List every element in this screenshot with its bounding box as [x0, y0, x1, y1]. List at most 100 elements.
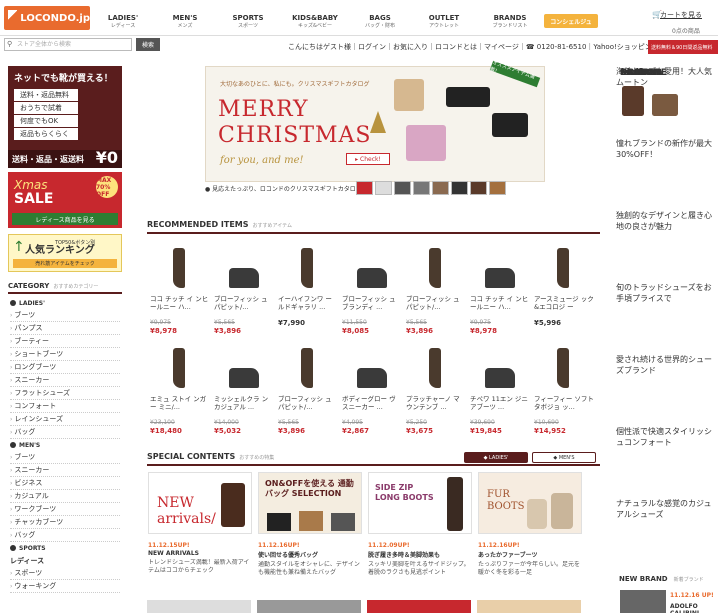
- special-title: 使い回せる優秀バッグ: [258, 552, 319, 559]
- product-name: ココ チッチ イ ンヒールニー ハ...: [150, 295, 209, 311]
- category-item[interactable]: › パンプス: [10, 322, 120, 335]
- nav-sports[interactable]: SPORTS スポーツ: [228, 14, 268, 34]
- brand-tile[interactable]: SARTORE 憧れブランドの新作が最大30%OFF！: [616, 68, 718, 210]
- product-card[interactable]: ブローフィッシ ュ パピット/... ¥5,565 ¥3,896: [214, 246, 274, 346]
- product-card[interactable]: エミュ ストイ ンガー ミニ/... ¥23,100 ¥18,480: [150, 346, 210, 446]
- product-card[interactable]: ブローフィッシ ュ パピット/... ¥5,565 ¥3,896: [406, 246, 466, 346]
- nav-outlet[interactable]: OUTLET アウトレット: [422, 14, 466, 34]
- category-item[interactable]: › コンフォート: [10, 400, 120, 413]
- special-card[interactable]: FUR BOOTS 11.12.16UP! あったかファーブーツ たっぷりファー…: [478, 472, 582, 612]
- product-card[interactable]: ココ チッチ イ ンヒールニー ハ... ¥9,975 ¥8,978: [150, 246, 210, 346]
- bullet-icon: [10, 442, 16, 448]
- category-item[interactable]: › ショートブーツ: [10, 348, 120, 361]
- christmas-banner[interactable]: 大切なあのひとに、私にも。クリスマスギフトカタログ MERRY CHRISTMA…: [205, 60, 545, 182]
- new-brand-image[interactable]: [620, 590, 666, 613]
- product-card[interactable]: アースミュージ ック&エコロジ ー ¥5,996: [534, 246, 594, 346]
- nav-ladies[interactable]: LADIES' レディース: [104, 14, 142, 34]
- category-item[interactable]: › ウォーキング: [10, 580, 120, 593]
- category-item[interactable]: › スニーカー: [10, 374, 120, 387]
- product-card[interactable]: プラッチャーノ マウンテンブ ... ¥5,250 ¥3,675: [406, 346, 466, 446]
- special-card[interactable]: [147, 600, 251, 613]
- bag-image: [331, 513, 355, 531]
- special-card[interactable]: [367, 600, 471, 613]
- xmas-sale-banner[interactable]: Xmas SALE MAX 70% OFF レディース商品を見る: [8, 172, 122, 228]
- product-card[interactable]: チペワ 11エン ジニアブーツ ... ¥39,690 ¥19,845: [470, 346, 530, 446]
- thumbnail[interactable]: [375, 181, 392, 195]
- special-date: 11.12.15UP!: [148, 542, 190, 549]
- category-item[interactable]: › バッグ: [10, 426, 120, 439]
- category-item[interactable]: › ロングブーツ: [10, 361, 120, 374]
- new-brand-name[interactable]: ADOLFO CALIBINI: [670, 603, 718, 613]
- tab-ladies[interactable]: ◆ LADIES': [464, 452, 528, 463]
- site-logo[interactable]: LOCONDO.jp: [4, 6, 90, 30]
- cart-link[interactable]: カートを見る: [660, 10, 702, 20]
- new-brand-header: NEW BRAND 新着ブランド: [619, 575, 704, 583]
- product-name: プラッチャーノ マウンテンブ ...: [406, 395, 460, 411]
- category-item[interactable]: › バッグ: [10, 529, 120, 542]
- special-card[interactable]: NEW arrivals/ 11.12.15UP! NEW ARRIVALS ト…: [148, 472, 252, 612]
- category-item[interactable]: › チャッカブーツ: [10, 516, 120, 529]
- special-image-text: ON&OFFを使える 通勤バッグ SELECTION: [265, 479, 354, 498]
- category-item[interactable]: レディース: [10, 554, 120, 567]
- special-card[interactable]: ON&OFFを使える 通勤バッグ SELECTION 11.12.16UP! 使…: [258, 472, 362, 612]
- category-item[interactable]: › ワークブーツ: [10, 503, 120, 516]
- nav-bags[interactable]: BAGS バッグ・財布: [360, 14, 400, 34]
- concierge-button[interactable]: コンシェルジュ: [544, 14, 598, 28]
- banner-caption[interactable]: ● 見応えたっぷり、ロコンドのクリスマスギフトカタログ: [205, 184, 362, 193]
- nav-label: SPORTS: [232, 14, 264, 22]
- search-input[interactable]: ストア全体から検索: [4, 38, 132, 51]
- product-card[interactable]: ミッシェルクラ ン カジュアル ... ¥14,000 ¥5,032: [214, 346, 274, 446]
- brand-tile[interactable]: mullsen ナチュラルな感覚のカジュアルシューズ: [616, 68, 718, 570]
- product-card[interactable]: ココ チッチ イ ンヒールニー ハ... ¥9,975 ¥8,978: [470, 246, 530, 346]
- special-card[interactable]: [257, 600, 361, 613]
- category-item[interactable]: › ブーティー: [10, 335, 120, 348]
- thumbnail[interactable]: [470, 181, 487, 195]
- tab-mens[interactable]: ◆ MEN'S: [532, 452, 596, 463]
- category-item[interactable]: › ブーツ: [10, 451, 120, 464]
- category-item[interactable]: › フラットシューズ: [10, 387, 120, 400]
- nav-brands[interactable]: BRANDS ブランドリスト: [488, 14, 532, 34]
- nav-label: BAGS: [369, 14, 391, 22]
- brand-tile[interactable]: CAMPER 独創的なデザインと履き心地の良さが魅力: [616, 68, 718, 282]
- special-card[interactable]: [477, 600, 581, 613]
- brand-tile[interactable]: ORIENT 個性派で快適スタイリッシュコンフォート: [616, 68, 718, 498]
- product-card[interactable]: フィーフィー ソフトタボジョ ッ... ¥10,690 ¥14,952: [534, 346, 594, 446]
- section-title: SPECIAL CONTENTS: [147, 452, 236, 461]
- category-item[interactable]: › レインシューズ: [10, 413, 120, 426]
- special-card[interactable]: SIDE ZIP LONG BOOTS 11.12.09UP! 脱ぎ履き多時＆美…: [368, 472, 472, 612]
- nav-kids-baby[interactable]: KIDS&BABY キッズ&ベビー: [290, 14, 340, 34]
- product-card[interactable]: ブローフィッシ ュ ブランディ ... ¥11,550 ¥8,085: [342, 246, 402, 346]
- thumbnail[interactable]: [356, 181, 373, 195]
- category-item[interactable]: › ブーツ: [10, 309, 120, 322]
- top-links[interactable]: こんにちはゲスト様｜ログイン｜お気に入り｜ロコンドとは｜マイページ｜☎ 0120…: [288, 42, 659, 52]
- product-card[interactable]: イーハイフンワ ールドギャラリ ... ¥7,990: [278, 246, 338, 346]
- product-name: エミュ ストイ ンガー ミニ/...: [150, 395, 207, 411]
- free-shipping-banner[interactable]: ネットでも靴が買える！ 送料・返品無料 おうちで試着 何度でもOK 返品もらくら…: [8, 66, 122, 168]
- product-card[interactable]: ボディーグロー ヴ スニーカー ... ¥4,095 ¥2,867: [342, 346, 402, 446]
- category-label: スポーツ: [14, 569, 43, 577]
- brand-tile[interactable]: Clarks 愛され続ける世界的シューズブランド: [616, 68, 718, 426]
- thumbnail[interactable]: [394, 181, 411, 195]
- thumbnail[interactable]: [451, 181, 468, 195]
- category-item[interactable]: › ビジネス: [10, 477, 120, 490]
- product-image: [221, 246, 267, 292]
- thumbnail[interactable]: [432, 181, 449, 195]
- product-card[interactable]: ブローフィッシ ュ パピット/... ¥5,565 ¥3,896: [278, 346, 338, 446]
- product-image: [349, 246, 395, 292]
- category-item[interactable]: › カジュアル: [10, 490, 120, 503]
- banner-title: ネットでも靴が買える！: [14, 74, 113, 84]
- product-price: ¥3,896: [278, 427, 306, 435]
- search-button[interactable]: 検索: [136, 38, 160, 51]
- category-item[interactable]: › スポーツ: [10, 567, 120, 580]
- category-item[interactable]: › スニーカー: [10, 464, 120, 477]
- nav-mens[interactable]: MEN'S メンズ: [166, 14, 204, 34]
- check-button[interactable]: ▸ Check!: [346, 153, 390, 165]
- thumbnail[interactable]: [413, 181, 430, 195]
- banner-feature: 返品もらくらく: [14, 128, 78, 140]
- product-price: ¥3,675: [406, 427, 434, 435]
- product-image: [477, 246, 523, 292]
- ladies-items-button[interactable]: レディース商品を見る: [12, 213, 118, 225]
- ranking-banner[interactable]: ↑ 人気ランキング TOP50&ボタン別 売れ筋アイテムをチェック: [8, 234, 122, 272]
- brand-tile[interactable]: tsumura 旬のトラッドシューズをお手頃プライスで: [616, 68, 718, 354]
- thumbnail[interactable]: [489, 181, 506, 195]
